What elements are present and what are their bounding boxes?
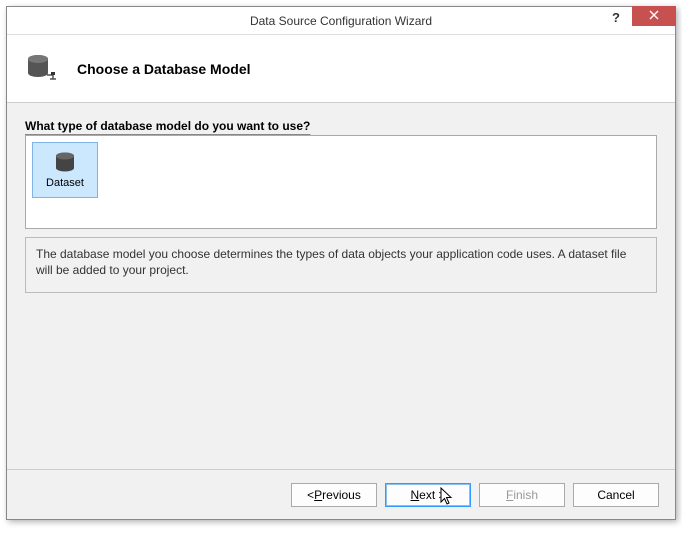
database-wizard-icon	[25, 53, 57, 85]
titlebar-controls: ?	[600, 7, 675, 34]
window-title: Data Source Configuration Wizard	[7, 14, 675, 28]
header-panel: Choose a Database Model	[7, 35, 675, 103]
option-label: Dataset	[46, 177, 84, 189]
model-options-list: Dataset	[25, 135, 657, 229]
prompt-label: What type of database model do you want …	[25, 119, 657, 133]
option-dataset[interactable]: Dataset	[32, 142, 98, 198]
previous-button[interactable]: < PPreviousrevious	[291, 483, 377, 507]
titlebar: Data Source Configuration Wizard ?	[7, 7, 675, 35]
cancel-button[interactable]: Cancel	[573, 483, 659, 507]
header-title: Choose a Database Model	[77, 61, 251, 77]
dataset-icon	[52, 151, 78, 175]
next-button[interactable]: Next >Next >	[385, 483, 471, 507]
wizard-window: Data Source Configuration Wizard ? Choos…	[6, 6, 676, 520]
footer: < PPreviousrevious Next >Next > FinishFi…	[7, 469, 675, 519]
content-area: What type of database model do you want …	[7, 103, 675, 469]
close-button[interactable]	[632, 6, 676, 26]
close-icon	[649, 9, 659, 23]
finish-button: FinishFinish	[479, 483, 565, 507]
description-text: The database model you choose determines…	[25, 237, 657, 293]
help-button[interactable]: ?	[600, 7, 632, 27]
